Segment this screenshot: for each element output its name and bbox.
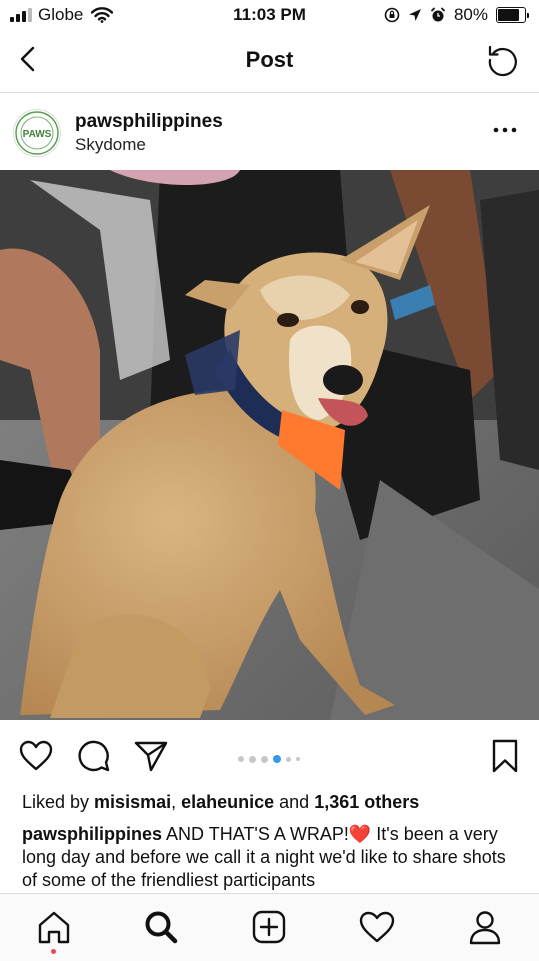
- activity-heart-icon[interactable]: [358, 908, 396, 946]
- liked-by-user[interactable]: misismai: [94, 792, 171, 812]
- post-photo[interactable]: [0, 170, 539, 720]
- status-bar: Globe 11:03 PM 80%: [0, 0, 539, 30]
- avatar[interactable]: PAWS: [13, 109, 61, 157]
- comment-icon[interactable]: [76, 738, 112, 774]
- likes-separator: ,: [171, 792, 182, 812]
- carousel-dot: [249, 755, 256, 763]
- alarm-icon: [431, 7, 445, 22]
- refresh-button[interactable]: [485, 42, 521, 78]
- likes-summary[interactable]: Liked by misismai, elaheunice and 1,361 …: [22, 792, 419, 813]
- send-icon[interactable]: [133, 738, 169, 774]
- page-title: Post: [245, 47, 294, 72]
- nav-header: Post: [0, 30, 539, 93]
- liked-by-user[interactable]: elaheunice: [181, 792, 274, 812]
- battery-icon: [496, 7, 529, 23]
- search-icon[interactable]: [142, 908, 180, 946]
- home-icon[interactable]: [35, 908, 73, 946]
- profile-icon[interactable]: [466, 908, 504, 946]
- post-username[interactable]: pawsphilippines: [75, 111, 223, 133]
- carousel-dot-active: [273, 755, 281, 763]
- carousel-dot: [261, 755, 268, 763]
- plus-square-icon[interactable]: [250, 908, 288, 946]
- post-header: PAWS pawsphilippines Skydome: [0, 93, 539, 170]
- post-caption: pawsphilippines AND THAT'S A WRAP!❤️ It'…: [22, 823, 522, 892]
- bookmark-icon[interactable]: [487, 738, 523, 774]
- heart-emoji-icon: ❤️: [348, 824, 372, 844]
- notification-dot: [51, 949, 56, 954]
- more-options-icon[interactable]: [491, 123, 519, 137]
- post-actions: [0, 720, 539, 790]
- paws-logo: PAWS: [15, 111, 59, 155]
- battery-percent: 80%: [453, 5, 488, 24]
- avatar-logo-text: PAWS: [23, 129, 52, 140]
- carousel-indicator: [238, 755, 300, 763]
- likes-count[interactable]: 1,361 others: [314, 792, 419, 812]
- caption-username[interactable]: pawsphilippines: [22, 824, 162, 844]
- post-location[interactable]: Skydome: [75, 135, 146, 155]
- likes-conjunction: and: [274, 792, 315, 812]
- dog-photo: [0, 170, 539, 720]
- location-arrow-icon: [408, 9, 421, 21]
- heart-icon[interactable]: [18, 738, 54, 774]
- carousel-dot: [238, 756, 244, 762]
- screen-rotation-lock-icon: [384, 7, 400, 23]
- tab-bar: [0, 893, 539, 961]
- carousel-dot: [286, 756, 291, 762]
- likes-prefix: Liked by: [22, 792, 95, 812]
- caption-text: AND THAT'S A WRAP!: [162, 824, 349, 844]
- carousel-dot: [296, 757, 300, 761]
